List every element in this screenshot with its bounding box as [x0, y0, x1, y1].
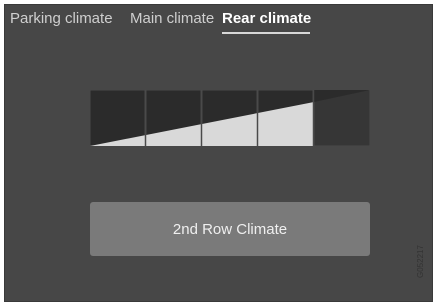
tab-main-climate[interactable]: Main climate: [130, 10, 214, 27]
tab-bar: Parking climate Main climate Rear climat…: [5, 5, 432, 39]
tab-rear-climate[interactable]: Rear climate: [222, 10, 311, 27]
tab-parking-climate[interactable]: Parking climate: [10, 10, 113, 27]
figure-code: G052217: [416, 245, 425, 278]
fan-level-graphic: [90, 90, 370, 146]
figure-frame: Parking climate Main climate Rear climat…: [0, 0, 433, 308]
active-tab-indicator: [222, 32, 310, 34]
second-row-climate-label: 2nd Row Climate: [172, 220, 288, 238]
second-row-climate-button[interactable]: 2nd Row Climate: [90, 202, 370, 256]
fan-level-indicator[interactable]: [90, 90, 370, 146]
climate-screen: Parking climate Main climate Rear climat…: [4, 4, 433, 302]
